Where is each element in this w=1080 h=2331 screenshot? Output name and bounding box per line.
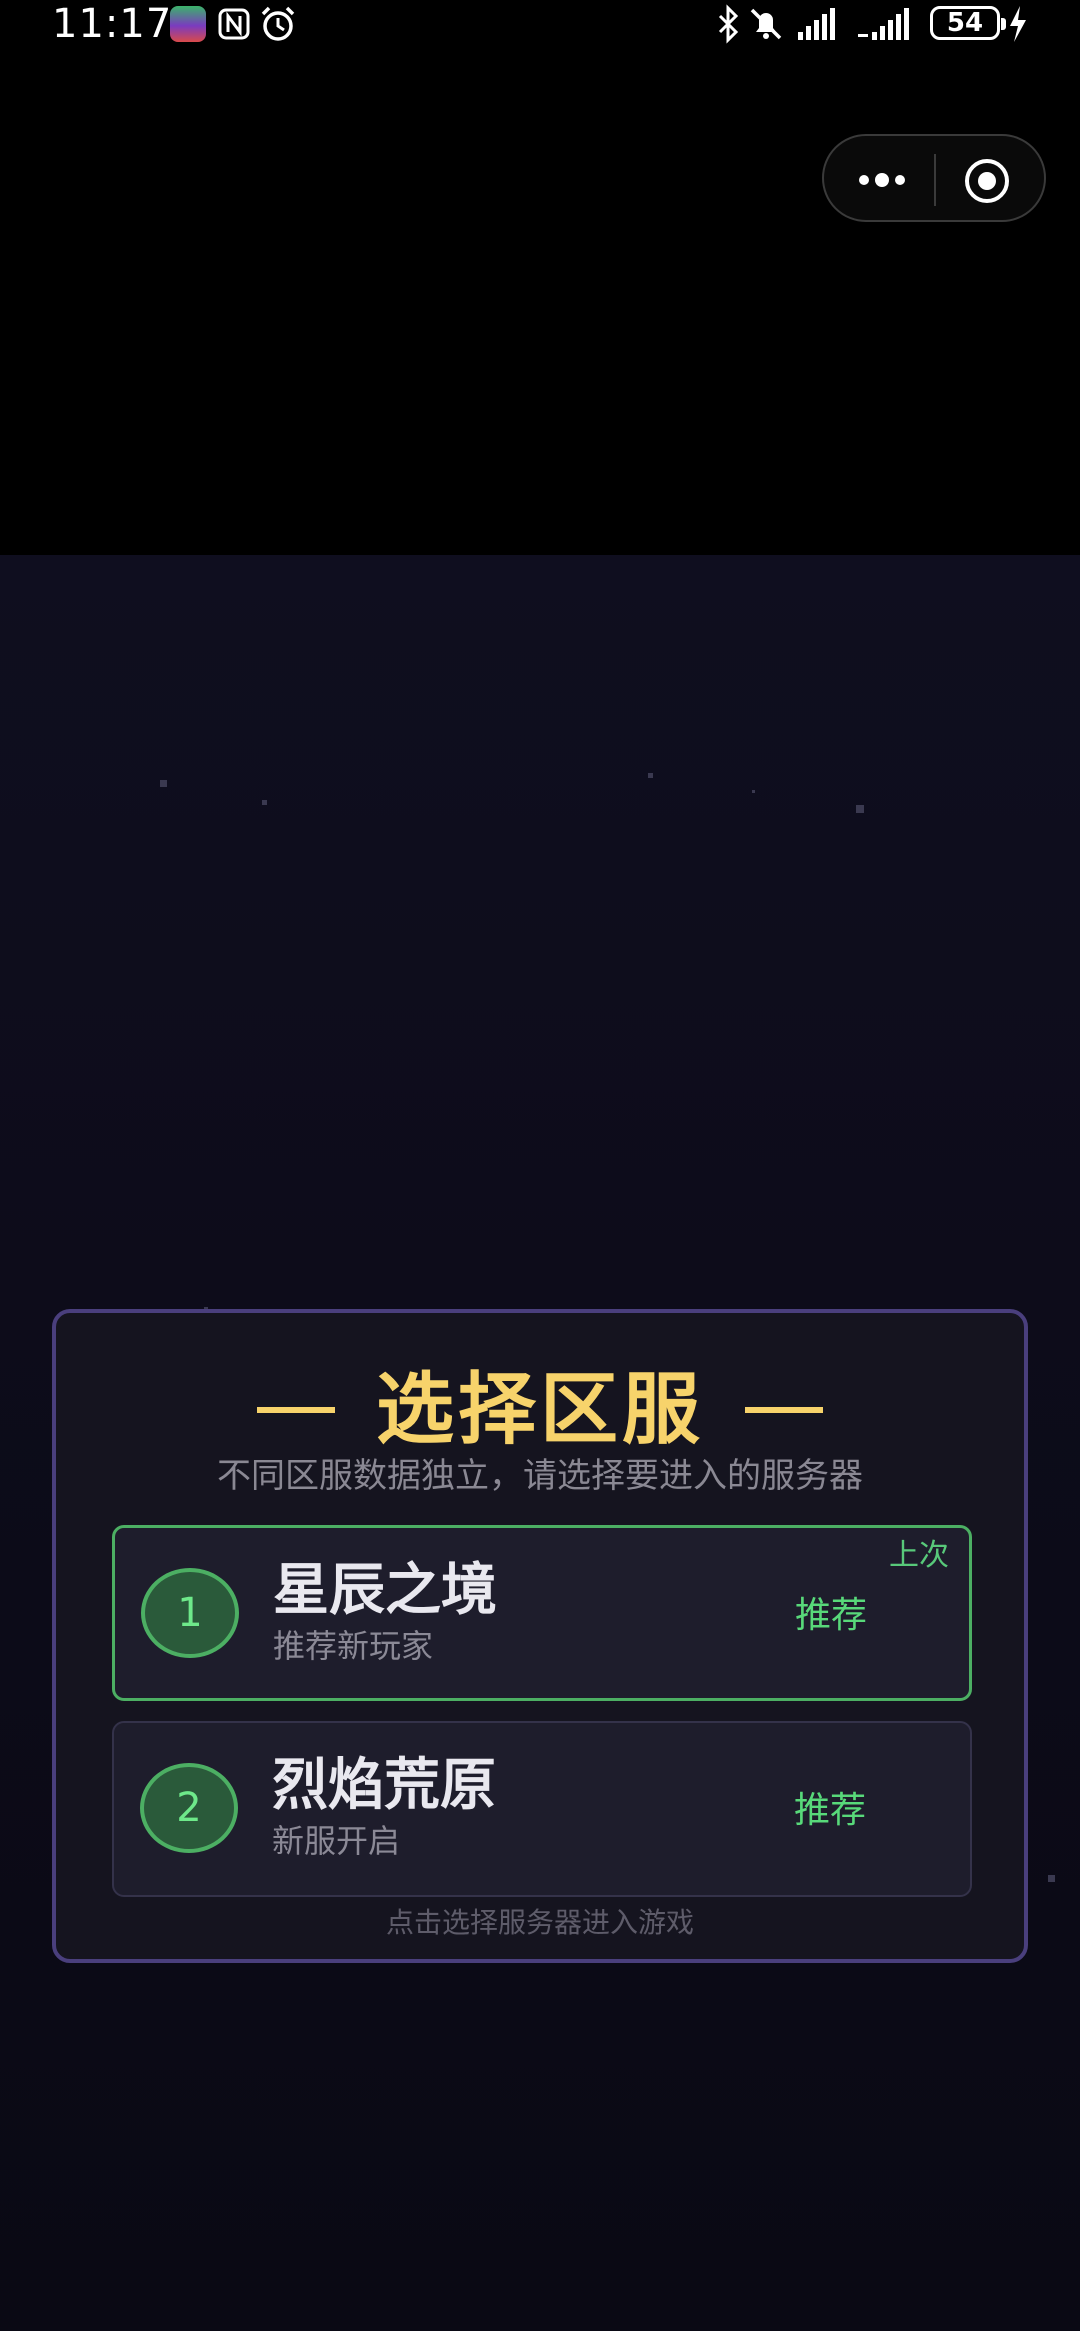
app-notification-icon xyxy=(170,6,206,42)
miniprogram-capsule xyxy=(822,134,1046,222)
star xyxy=(856,805,864,813)
dialog-title: 选择区服 xyxy=(375,1365,704,1455)
server-tag: 推荐 xyxy=(795,1595,868,1636)
server-name: 烈焰荒原 xyxy=(272,1753,496,1818)
title-dash-left xyxy=(256,1407,335,1413)
battery-indicator: 54 xyxy=(930,6,1006,40)
nfc-icon xyxy=(218,8,250,40)
title-dash-right xyxy=(745,1407,824,1413)
signal-icon xyxy=(798,8,835,40)
bluetooth-icon xyxy=(718,4,739,44)
star xyxy=(262,800,267,805)
server-name: 星辰之境 xyxy=(273,1558,497,1623)
star xyxy=(752,790,755,793)
dialog-title-row: 选择区服 xyxy=(56,1365,1024,1455)
status-bar: 11:17 54 xyxy=(0,0,1080,48)
close-target-icon[interactable] xyxy=(962,156,1012,206)
status-time: 11:17 xyxy=(52,1,173,47)
server-number-badge: 2 xyxy=(140,1763,238,1853)
more-icon[interactable] xyxy=(852,160,912,200)
charging-icon xyxy=(1010,6,1026,42)
dialog-footer-hint: 点击选择服务器进入游戏 xyxy=(385,1906,694,1939)
dialog-subtitle: 不同区服数据独立，请选择要进入的服务器 xyxy=(217,1456,863,1496)
server-description: 推荐新玩家 xyxy=(273,1627,434,1665)
mute-icon xyxy=(750,8,782,40)
star xyxy=(1048,1875,1055,1882)
capsule-divider xyxy=(934,154,936,206)
server-description: 新服开启 xyxy=(272,1822,401,1860)
star xyxy=(160,780,167,787)
server-select-dialog: 选择区服 不同区服数据独立，请选择要进入的服务器 1 星辰之境 推荐新玩家 推荐… xyxy=(52,1309,1028,1963)
last-played-badge: 上次 xyxy=(889,1538,949,1573)
server-tag: 推荐 xyxy=(794,1790,867,1831)
server-card-2[interactable]: 2 烈焰荒原 新服开启 推荐 xyxy=(112,1721,972,1897)
signal-icon-2 xyxy=(858,8,909,40)
server-number-badge: 1 xyxy=(141,1568,239,1658)
star xyxy=(648,773,653,778)
alarm-icon xyxy=(261,6,295,41)
server-card-1[interactable]: 1 星辰之境 推荐新玩家 推荐 上次 xyxy=(112,1525,972,1701)
